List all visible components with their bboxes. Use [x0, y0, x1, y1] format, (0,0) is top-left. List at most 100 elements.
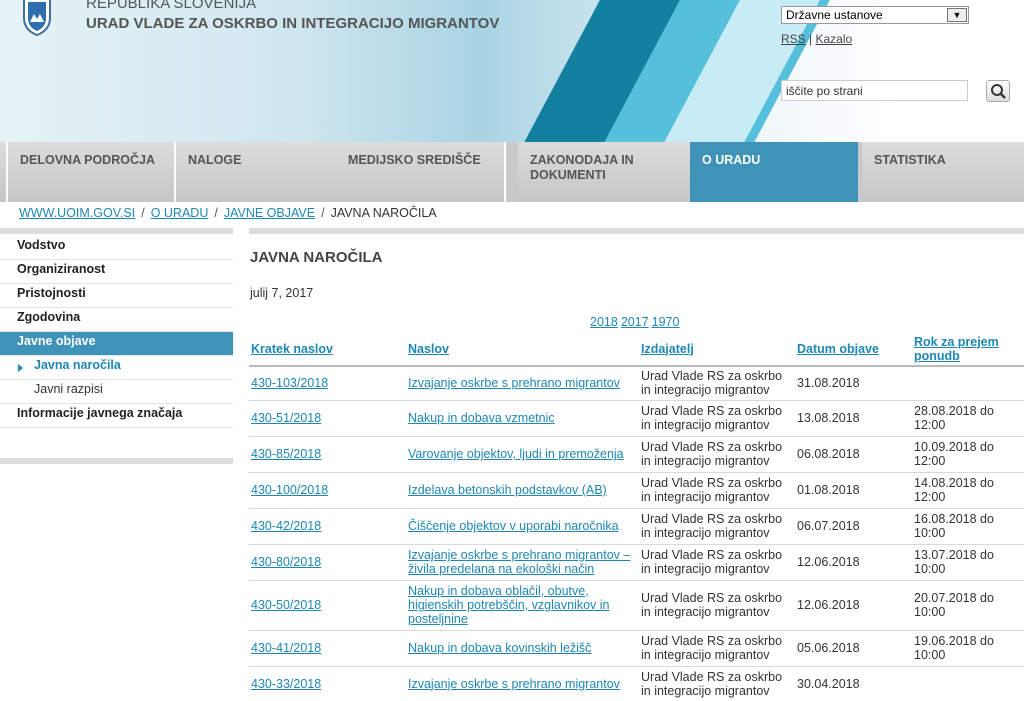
short-title-link[interactable]: 430-100/2018 — [251, 483, 328, 497]
institutions-select[interactable]: Državne ustanove ▼ — [781, 6, 969, 24]
page-title: JAVNA NAROČILA — [250, 249, 383, 266]
cell-title: Čiščenje objektov v uporabi naročnika — [406, 508, 639, 545]
cell-short-title: 430-51/2018 — [249, 400, 406, 437]
title-link[interactable]: Varovanje objektov, ljudi in premoženja — [408, 447, 624, 461]
cell-short-title: 430-80/2018 — [249, 544, 406, 581]
sitemap-link[interactable]: Kazalo — [815, 32, 852, 46]
cell-deadline: 14.08.2018 do 12:00 — [912, 472, 1024, 509]
year-link[interactable]: 2018 — [590, 315, 618, 329]
title-link[interactable]: Nakup in dobava kovinskih ležišč — [408, 641, 591, 655]
cell-short-title: 430-85/2018 — [249, 436, 406, 473]
year-link[interactable]: 1970 — [652, 315, 680, 329]
nav-item-media[interactable]: MEDIJSKO SREDIŠČE — [336, 142, 506, 202]
main-nav: DELOVNA PODROČJA NALOGE MEDIJSKO SREDIŠČ… — [0, 142, 1024, 202]
short-title-link[interactable]: 430-103/2018 — [251, 376, 328, 390]
sidebar-item-history[interactable]: Zgodovina — [0, 308, 233, 332]
breadcrumb-about[interactable]: O URADU — [151, 206, 209, 220]
breadcrumb-public-notices[interactable]: JAVNE OBJAVE — [224, 206, 315, 220]
cell-publisher: Urad Vlade RS za oskrbo in integracijo m… — [639, 666, 795, 701]
short-title-link[interactable]: 430-51/2018 — [251, 411, 321, 425]
short-title-link[interactable]: 430-42/2018 — [251, 519, 321, 533]
cell-publisher: Urad Vlade RS za oskrbo in integracijo m… — [639, 544, 795, 581]
cell-title: Izvajanje oskrbe s prehrano migrantov — [406, 366, 639, 401]
sidebar-item-competences[interactable]: Pristojnosti — [0, 284, 233, 308]
cell-deadline: 20.07.2018 do 10:00 — [912, 580, 1024, 631]
office-title[interactable]: URAD VLADE ZA OSKRBO IN INTEGRACIJO MIGR… — [86, 15, 499, 32]
col-header-short-title[interactable]: Kratek naslov — [249, 332, 406, 367]
col-header-publish-date[interactable]: Datum objave — [795, 332, 912, 367]
chevron-down-icon[interactable]: ▼ — [947, 8, 967, 22]
cell-short-title: 430-103/2018 — [249, 366, 406, 401]
cell-title: Izdelava betonskih podstavkov (AB) — [406, 472, 639, 509]
year-link[interactable]: 2017 — [621, 315, 649, 329]
nav-item-areas[interactable]: DELOVNA PODROČJA — [8, 142, 176, 202]
title-link[interactable]: Nakup in dobava vzmetnic — [408, 411, 555, 425]
content-top-bar — [249, 228, 1024, 234]
sidebar-item-public-procurement[interactable]: Javna naročila — [0, 356, 233, 380]
cell-publish-date: 06.08.2018 — [795, 436, 912, 473]
breadcrumb-home[interactable]: WWW.UOIM.GOV.SI — [19, 206, 135, 220]
nav-item-tasks[interactable]: NALOGE — [176, 142, 336, 202]
sidebar-item-public-information[interactable]: Informacije javnega značaja — [0, 404, 233, 428]
cell-short-title: 430-41/2018 — [249, 630, 406, 667]
short-title-link[interactable]: 430-41/2018 — [251, 641, 321, 655]
sidebar-item-public-tenders[interactable]: Javni razpisi — [0, 380, 233, 404]
procurement-table: Kratek naslov Naslov Izdajatelj Datum ob… — [249, 332, 1024, 701]
site-header: REPUBLIKA SLOVENIJA URAD VLADE ZA OSKRBO… — [0, 0, 1024, 142]
title-link[interactable]: Izvajanje oskrbe s prehrano migrantov — [408, 376, 620, 390]
nav-item-partial[interactable] — [0, 142, 8, 202]
cell-title: Izvajanje oskrbe s prehrano migrantov — [406, 666, 639, 701]
title-link[interactable]: Izvajanje oskrbe s prehrano migrantov — [408, 677, 620, 691]
cell-publisher: Urad Vlade RS za oskrbo in integracijo m… — [639, 472, 795, 509]
cell-deadline — [912, 366, 1024, 401]
table-header-row: Kratek naslov Naslov Izdajatelj Datum ob… — [249, 332, 1024, 367]
cell-deadline: 19.06.2018 do 10:00 — [912, 630, 1024, 667]
cell-publish-date: 30.04.2018 — [795, 666, 912, 701]
col-header-deadline[interactable]: Rok za prejem ponudb — [912, 332, 1024, 367]
short-title-link[interactable]: 430-85/2018 — [251, 447, 321, 461]
table-row: 430-51/2018 Nakup in dobava vzmetnic Urad … — [249, 400, 1024, 437]
table-row: 430-100/2018 Izdelava betonskih podstavko… — [249, 472, 1024, 509]
title-link[interactable]: Izdelava betonskih podstavkov (AB) — [408, 483, 607, 497]
institutions-select-value: Državne ustanove — [786, 8, 883, 22]
title-link[interactable]: Nakup in dobava oblačil, obutve, higiens… — [408, 584, 610, 626]
title-link[interactable]: Čiščenje objektov v uporabi naročnika — [408, 519, 619, 533]
quick-links: RSS | Kazalo — [781, 32, 852, 46]
col-header-publisher[interactable]: Izdajatelj — [639, 332, 795, 367]
sidebar-bottom-bar — [0, 458, 233, 464]
cell-deadline: 13.07.2018 do 10:00 — [912, 544, 1024, 581]
title-link[interactable]: Izvajanje oskrbe s prehrano migrantov – … — [408, 548, 630, 576]
cell-short-title: 430-42/2018 — [249, 508, 406, 545]
short-title-link[interactable]: 430-80/2018 — [251, 555, 321, 569]
cell-publish-date: 12.06.2018 — [795, 580, 912, 631]
breadcrumb-separator: / — [141, 206, 145, 220]
cell-publish-date: 31.08.2018 — [795, 366, 912, 401]
search-button[interactable] — [986, 80, 1010, 102]
cell-deadline — [912, 666, 1024, 701]
rss-link[interactable]: RSS — [781, 32, 806, 46]
cell-publisher: Urad Vlade RS za oskrbo in integracijo m… — [639, 436, 795, 473]
search-input[interactable]: iščite po strani — [781, 80, 968, 101]
nav-item-about[interactable]: O URADU — [690, 142, 858, 202]
short-title-link[interactable]: 430-33/2018 — [251, 677, 321, 691]
table-row: 430-42/2018 Čiščenje objektov v uporabi n… — [249, 508, 1024, 545]
short-title-link[interactable]: 430-50/2018 — [251, 598, 321, 612]
sidebar-top-bar — [0, 228, 233, 234]
cell-short-title: 430-33/2018 — [249, 666, 406, 701]
cell-publish-date: 01.08.2018 — [795, 472, 912, 509]
nav-item-statistics[interactable]: STATISTIKA — [862, 142, 1024, 202]
table-row: 430-41/2018 Nakup in dobava kovinskih lež… — [249, 630, 1024, 667]
breadcrumb: WWW.UOIM.GOV.SI / O URADU / JAVNE OBJAVE / JAV… — [19, 206, 437, 220]
year-filter: 2018 2017 1970 — [590, 315, 682, 329]
cell-publisher: Urad Vlade RS za oskrbo in integracijo m… — [639, 580, 795, 631]
cell-publisher: Urad Vlade RS za oskrbo in integracijo m… — [639, 400, 795, 437]
col-header-title[interactable]: Naslov — [406, 332, 639, 367]
cell-title: Izvajanje oskrbe s prehrano migrantov – … — [406, 544, 639, 581]
sidebar-item-leadership[interactable]: Vodstvo — [0, 236, 233, 260]
sidebar-item-organization[interactable]: Organiziranost — [0, 260, 233, 284]
table-row: 430-85/2018 Varovanje objektov, ljudi in … — [249, 436, 1024, 473]
cell-publish-date: 13.08.2018 — [795, 400, 912, 437]
nav-item-legislation[interactable]: ZAKONODAJA IN DOKUMENTI — [518, 142, 690, 202]
coat-of-arms-icon[interactable] — [22, 0, 52, 36]
sidebar-item-public-notices[interactable]: Javne objave — [0, 332, 233, 356]
